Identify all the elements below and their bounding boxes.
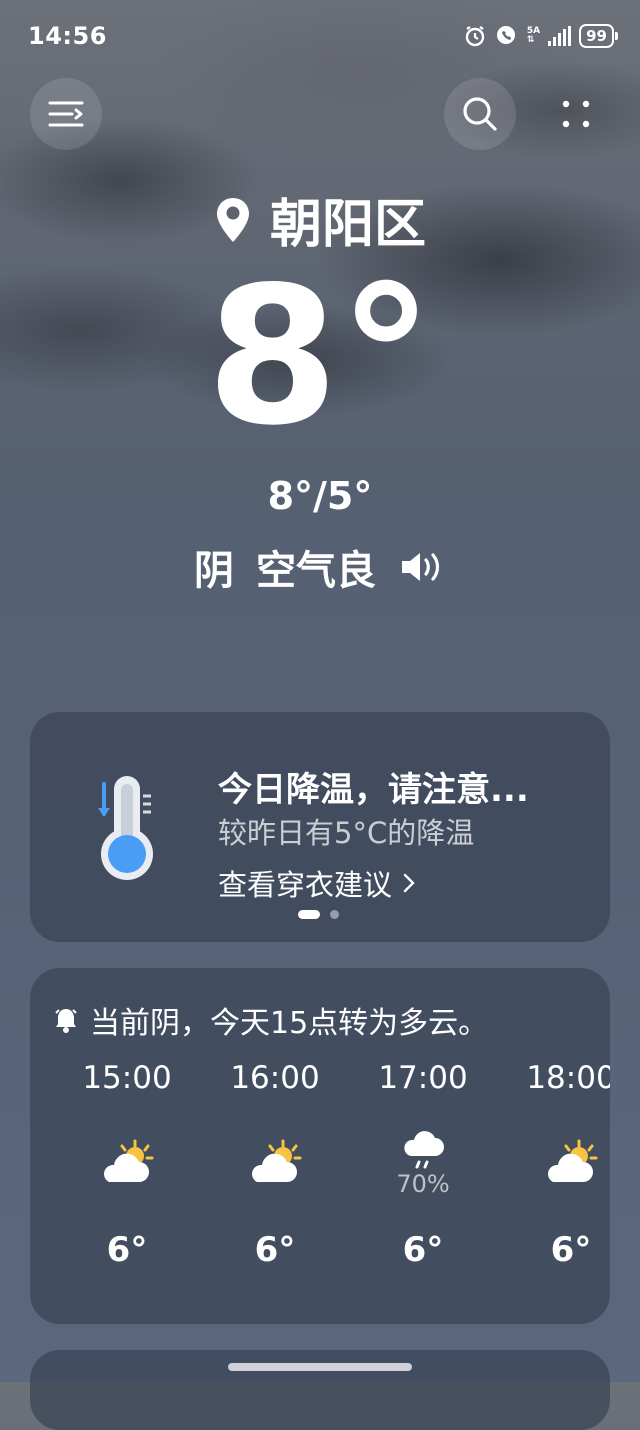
speaker-icon[interactable] — [398, 547, 446, 587]
battery-indicator: 99 — [579, 24, 618, 48]
air-quality[interactable]: 空气良 — [256, 538, 376, 596]
menu-button[interactable] — [30, 78, 102, 150]
partly-cloudy-icon — [252, 1139, 302, 1182]
network-indicator: 5A ⇅ — [527, 27, 540, 45]
network-arrows: ⇅ — [526, 35, 535, 45]
clothing-advice-link[interactable]: 查看穿衣建议 — [218, 862, 416, 904]
weather-condition: 阴 — [194, 548, 234, 594]
hour-temp: 6° — [550, 1230, 592, 1270]
chevron-right-icon — [403, 873, 415, 893]
more-button[interactable] — [540, 78, 612, 150]
hour-temp: 6° — [106, 1230, 148, 1270]
condition-row: 阴 空气良 — [0, 538, 640, 596]
hourly-summary-text: 当前阴，今天15点转为多云。 — [90, 1006, 489, 1041]
hour-time: 16:00 — [230, 1060, 320, 1096]
status-time: 14:56 — [28, 22, 107, 50]
hour-time: 18:00 — [526, 1060, 610, 1096]
hourly-summary: 当前阴，今天15点转为多云。 — [54, 998, 488, 1042]
hour-time: 17:00 — [378, 1060, 468, 1096]
thermometer-icon — [98, 776, 153, 880]
hour-time: 15:00 — [82, 1060, 172, 1096]
menu-icon — [48, 101, 84, 127]
carousel-dots — [298, 910, 339, 919]
rain-cloud-icon — [404, 1131, 444, 1169]
clothing-advice-label: 查看穿衣建议 — [218, 868, 393, 902]
partly-cloudy-icon — [104, 1139, 154, 1182]
home-indicator[interactable] — [228, 1363, 412, 1371]
bell-icon — [55, 1009, 77, 1033]
status-icons: 5A ⇅ 99 — [463, 24, 618, 48]
hd-call-icon — [496, 26, 515, 44]
search-icon — [463, 97, 497, 131]
next-card-peek[interactable] — [30, 1350, 610, 1430]
carousel-dot — [330, 910, 339, 919]
hourly-forecast-card: 当前阴，今天15点转为多云。 15:00 6° 16:00 6° 17:00 7… — [30, 968, 610, 1324]
hour-temp: 6° — [254, 1230, 296, 1270]
carousel-dot-active — [298, 910, 320, 919]
search-button[interactable] — [444, 78, 516, 150]
hourly-scroll[interactable]: 15:00 6° 16:00 6° 17:00 70% 6° 18:00 6° — [30, 1060, 610, 1310]
alarm-icon — [465, 26, 485, 47]
hour-temp: 6° — [402, 1230, 444, 1270]
current-temperature: 8° — [206, 246, 434, 467]
signal-icon — [548, 26, 572, 46]
partly-cloudy-icon — [548, 1139, 598, 1182]
precipitation-chance: 70% — [396, 1170, 450, 1198]
grid-dots-icon — [562, 100, 590, 128]
temperature-drop-card[interactable]: 今日降温，请注意... 较昨日有5°C的降温 查看穿衣建议 — [30, 712, 610, 942]
alert-title: 今日降温，请注意... — [218, 770, 529, 810]
alert-subtitle: 较昨日有5°C的降温 — [218, 816, 475, 850]
temperature-range: 8°/5° — [267, 474, 373, 518]
location-pin-icon — [216, 197, 249, 242]
